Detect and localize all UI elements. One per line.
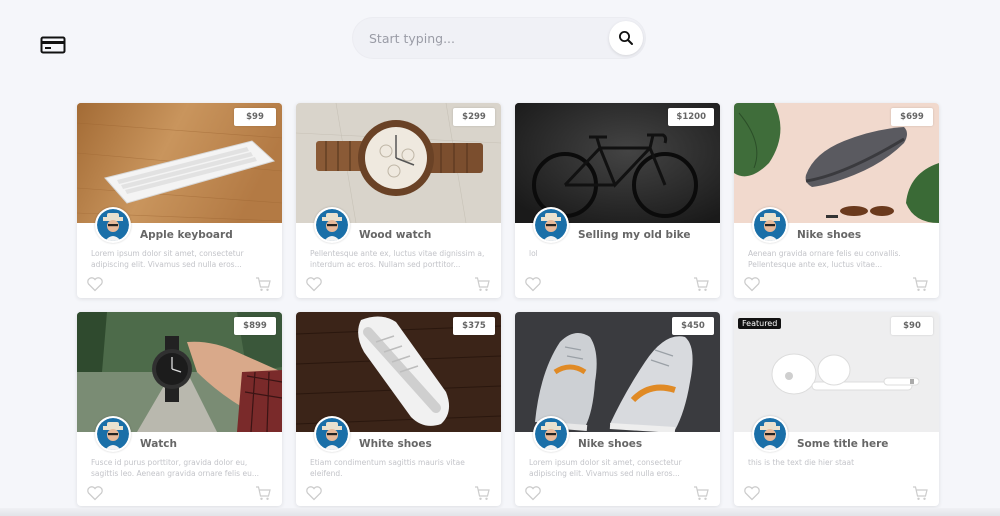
search-button[interactable]: [609, 21, 643, 55]
product-title[interactable]: Nike shoes: [578, 438, 642, 450]
cart-icon[interactable]: [693, 485, 709, 501]
price-tag: $375: [453, 317, 495, 335]
heart-icon[interactable]: [524, 276, 542, 292]
search-input[interactable]: [369, 28, 599, 48]
cart-icon[interactable]: [255, 276, 271, 292]
product-card[interactable]: $99 Apple keyboard Lorem ipsum dolor sit…: [77, 103, 282, 298]
cart-icon[interactable]: [474, 485, 490, 501]
avatar[interactable]: [533, 416, 569, 452]
avatar[interactable]: [95, 416, 131, 452]
product-description: Lorem ipsum dolor sit amet, consectetur …: [91, 249, 244, 269]
product-card[interactable]: $899 Watch Fusce id purus porttitor, gra…: [77, 312, 282, 506]
product-title[interactable]: White shoes: [359, 438, 432, 450]
heart-icon[interactable]: [86, 276, 104, 292]
product-description: Lorem ipsum dolor sit amet, consectetur …: [529, 458, 682, 478]
search-bar: [353, 18, 645, 58]
top-bar: [0, 0, 1000, 80]
cart-icon[interactable]: [912, 485, 928, 501]
product-title[interactable]: Selling my old bike: [578, 229, 691, 241]
heart-icon[interactable]: [305, 276, 323, 292]
credit-card-icon[interactable]: [40, 35, 66, 55]
product-card[interactable]: $299 Wood watch Pellentesque ante ex, lu…: [296, 103, 501, 298]
product-image-bike[interactable]: $1200: [515, 103, 720, 223]
price-tag: $450: [672, 317, 714, 335]
page-bottom-edge: [0, 508, 1000, 516]
product-title[interactable]: Wood watch: [359, 229, 431, 241]
product-image-nike-shoes-pair[interactable]: $450: [515, 312, 720, 432]
avatar[interactable]: [95, 207, 131, 243]
product-grid: $99 Apple keyboard Lorem ipsum dolor sit…: [77, 103, 939, 506]
product-title[interactable]: Apple keyboard: [140, 229, 233, 241]
avatar[interactable]: [314, 207, 350, 243]
product-description: this is the text die hier staat: [748, 458, 855, 467]
cart-icon[interactable]: [474, 276, 490, 292]
product-card[interactable]: Featured $90 Some title here this is the…: [734, 312, 939, 506]
product-description: Fusce id purus porttitor, gravida dolor …: [91, 458, 259, 478]
product-card[interactable]: $375 White shoes Etiam condimentum sagit…: [296, 312, 501, 506]
product-title[interactable]: Nike shoes: [797, 229, 861, 241]
cart-icon[interactable]: [255, 485, 271, 501]
avatar[interactable]: [752, 207, 788, 243]
product-card[interactable]: $450 Nike shoes Lorem ipsum dolor sit am…: [515, 312, 720, 506]
product-image-keyboard[interactable]: $99: [77, 103, 282, 223]
cart-icon[interactable]: [693, 276, 709, 292]
product-image-wood-watch[interactable]: $299: [296, 103, 501, 223]
product-description: Aenean gravida ornare felis eu convallis…: [748, 249, 901, 269]
heart-icon[interactable]: [743, 276, 761, 292]
avatar[interactable]: [533, 207, 569, 243]
product-description: lol: [529, 249, 538, 258]
product-title[interactable]: Some title here: [797, 438, 888, 450]
heart-icon[interactable]: [305, 485, 323, 501]
price-tag: $90: [891, 317, 933, 335]
price-tag: $99: [234, 108, 276, 126]
avatar[interactable]: [752, 416, 788, 452]
product-image-white-shoe[interactable]: $375: [296, 312, 501, 432]
product-description: Pellentesque ante ex, luctus vitae digni…: [310, 249, 485, 269]
heart-icon[interactable]: [743, 485, 761, 501]
price-tag: $699: [891, 108, 933, 126]
cart-icon[interactable]: [912, 276, 928, 292]
product-image-earbuds[interactable]: Featured $90: [734, 312, 939, 432]
price-tag: $899: [234, 317, 276, 335]
price-tag: $1200: [668, 108, 714, 126]
product-card[interactable]: $1200 Selling my old bike lol: [515, 103, 720, 298]
heart-icon[interactable]: [524, 485, 542, 501]
heart-icon[interactable]: [86, 485, 104, 501]
product-card[interactable]: $699 Nike shoes Aenean gravida ornare fe…: [734, 103, 939, 298]
search-icon: [619, 31, 633, 45]
avatar[interactable]: [314, 416, 350, 452]
featured-badge: Featured: [738, 318, 782, 329]
product-image-nike-shoe-plants[interactable]: $699: [734, 103, 939, 223]
product-description: Etiam condimentum sagittis mauris vitae …: [310, 458, 465, 478]
price-tag: $299: [453, 108, 495, 126]
product-image-watch-hand[interactable]: $899: [77, 312, 282, 432]
product-title[interactable]: Watch: [140, 438, 177, 450]
